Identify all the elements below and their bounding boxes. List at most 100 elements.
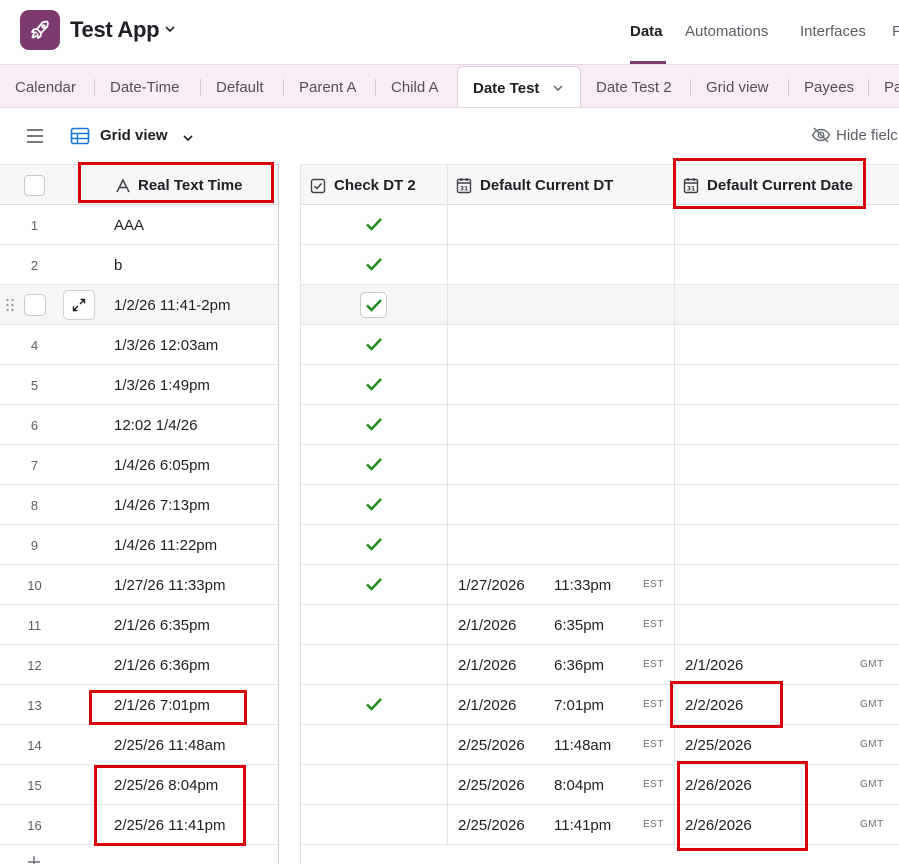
table-row[interactable]: 2b xyxy=(0,245,899,285)
eye-slash-icon[interactable] xyxy=(811,126,831,144)
rocket-icon[interactable] xyxy=(20,10,60,50)
table-row[interactable]: 11 2/1/26 6:35pm 2/1/2026 6:35pm EST xyxy=(0,605,899,645)
add-row-plus-icon[interactable] xyxy=(26,854,42,864)
menu-icon[interactable] xyxy=(26,128,44,144)
column-header-default-current-date[interactable]: 31 Default Current Date xyxy=(675,165,899,206)
cell-real-text-time[interactable]: 1/4/26 7:13pm xyxy=(114,485,210,525)
app-menu-chevron-icon[interactable] xyxy=(163,22,177,36)
cell-check-dt-2[interactable] xyxy=(302,805,448,845)
view-name-button[interactable]: Grid view xyxy=(100,127,168,144)
tab-child-a[interactable]: Child A xyxy=(391,79,439,96)
cell-real-text-time[interactable]: AAA xyxy=(114,205,144,245)
cell-default-current-date[interactable]: 2/26/2026 xyxy=(685,805,752,845)
checkmark-icon[interactable] xyxy=(365,497,383,511)
table-row[interactable]: 4 1/3/26 12:03am xyxy=(0,325,899,365)
cell-real-text-time[interactable]: 2/1/26 6:35pm xyxy=(114,605,210,645)
table-row[interactable]: 7 1/4/26 6:05pm xyxy=(0,445,899,485)
tab-grid-view[interactable]: Grid view xyxy=(706,79,769,96)
column-divider xyxy=(674,605,675,645)
cell-check-dt-2[interactable] xyxy=(360,292,387,318)
cell-real-text-time[interactable]: 2/1/26 7:01pm xyxy=(114,685,210,725)
row-select-checkbox[interactable] xyxy=(24,294,46,316)
cell-check-dt-2[interactable] xyxy=(302,645,448,685)
tab-default[interactable]: Default xyxy=(216,79,264,96)
tab-date-time[interactable]: Date-Time xyxy=(110,79,179,96)
cell-real-text-time[interactable]: 2/1/26 6:36pm xyxy=(114,645,210,685)
checkmark-icon[interactable] xyxy=(365,257,383,271)
cell-default-current-date[interactable]: 2/1/2026 xyxy=(685,645,743,685)
nav-interfaces[interactable]: Interfaces xyxy=(800,23,866,40)
table-row[interactable]: 6 12:02 1/4/26 xyxy=(0,405,899,445)
tab-divider xyxy=(200,79,201,96)
cell-check-dt-2[interactable] xyxy=(302,765,448,805)
table-row[interactable]: 10 1/27/26 11:33pm 1/27/2026 11:33pm EST xyxy=(0,565,899,605)
column-header-check-dt-2[interactable]: Check DT 2 xyxy=(301,165,448,206)
tab-calendar[interactable]: Calendar xyxy=(15,79,76,96)
cell-real-text-time[interactable]: 1/3/26 12:03am xyxy=(114,325,218,365)
app-title[interactable]: Test App xyxy=(70,17,160,43)
cell-default-current-dt-date[interactable]: 1/27/2026 xyxy=(458,565,525,605)
drag-handle-icon[interactable] xyxy=(5,297,15,313)
cell-default-current-dt-date[interactable]: 2/25/2026 xyxy=(458,765,525,805)
table-row[interactable]: 9 1/4/26 11:22pm xyxy=(0,525,899,565)
cell-default-current-dt-date[interactable]: 2/1/2026 xyxy=(458,685,516,725)
table-row[interactable]: 1 AAA xyxy=(0,205,899,245)
table-row[interactable]: 1/2/26 11:41-2pm xyxy=(0,285,899,325)
checkmark-icon[interactable] xyxy=(365,417,383,431)
table-row[interactable]: 5 1/3/26 1:49pm xyxy=(0,365,899,405)
column-header-label: Check DT 2 xyxy=(334,177,416,194)
cell-real-text-time[interactable]: 1/4/26 11:22pm xyxy=(114,525,217,565)
expand-record-button[interactable] xyxy=(63,290,95,320)
cell-default-current-date[interactable]: 2/25/2026 xyxy=(685,725,752,765)
checkmark-icon[interactable] xyxy=(365,537,383,551)
cell-check-dt-2[interactable] xyxy=(302,605,448,645)
chevron-down-icon[interactable] xyxy=(181,131,195,145)
checkmark-icon[interactable] xyxy=(365,337,383,351)
cell-default-current-dt-date[interactable]: 2/1/2026 xyxy=(458,605,516,645)
column-header-label: Default Current DT xyxy=(480,177,614,194)
tab-date-test[interactable]: Date Test xyxy=(457,66,581,107)
column-divider xyxy=(447,445,448,485)
column-header-real-text-time[interactable]: Real Text Time xyxy=(101,165,278,206)
cell-real-text-time[interactable]: 12:02 1/4/26 xyxy=(114,405,197,445)
cell-real-text-time[interactable]: 2/25/26 11:41pm xyxy=(114,805,225,845)
cell-default-current-date[interactable]: 2/26/2026 xyxy=(685,765,752,805)
nav-data[interactable]: Data xyxy=(630,23,663,40)
table-row[interactable]: 12 2/1/26 6:36pm 2/1/2026 6:36pm EST 2/1/2026… xyxy=(0,645,899,685)
column-divider xyxy=(447,645,448,685)
cell-check-dt-2[interactable] xyxy=(302,725,448,765)
cell-real-text-time[interactable]: 1/27/26 11:33pm xyxy=(114,565,225,605)
cell-default-current-dt-date[interactable]: 2/25/2026 xyxy=(458,805,525,845)
cell-real-text-time[interactable]: 1/4/26 6:05pm xyxy=(114,445,210,485)
cell-default-current-dt-date[interactable]: 2/1/2026 xyxy=(458,645,516,685)
checkmark-icon[interactable] xyxy=(365,377,383,391)
cell-default-current-date[interactable]: 2/2/2026 xyxy=(685,685,743,725)
checkmark-icon[interactable] xyxy=(365,457,383,471)
cell-real-text-time[interactable]: 2/25/26 8:04pm xyxy=(114,765,218,805)
nav-automations[interactable]: Automations xyxy=(685,23,768,40)
table-row[interactable]: 15 2/25/26 8:04pm 2/25/2026 8:04pm EST 2/26/2… xyxy=(0,765,899,805)
tab-date-test-2[interactable]: Date Test 2 xyxy=(596,79,672,96)
column-header-label: Default Current Date xyxy=(707,177,853,194)
tab-payees[interactable]: Payees xyxy=(804,79,854,96)
cell-real-text-time[interactable]: 1/2/26 11:41-2pm xyxy=(114,285,230,325)
column-header-default-current-dt[interactable]: 31 Default Current DT xyxy=(448,165,675,206)
checkmark-icon[interactable] xyxy=(365,697,383,711)
table-row[interactable]: 16 2/25/26 11:41pm 2/25/2026 11:41pm EST 2/26… xyxy=(0,805,899,845)
cell-real-text-time[interactable]: b xyxy=(114,245,122,285)
cell-real-text-time[interactable]: 2/25/26 11:48am xyxy=(114,725,225,765)
chevron-down-icon[interactable] xyxy=(551,81,565,95)
table-row[interactable]: 13 2/1/26 7:01pm 2/1/2026 7:01pm EST 2/2/2026… xyxy=(0,685,899,725)
checkmark-icon[interactable] xyxy=(365,217,383,231)
hide-fields-button[interactable]: Hide fielc xyxy=(836,127,898,144)
row-number: 8 xyxy=(30,497,39,513)
cell-default-current-dt-date[interactable]: 2/25/2026 xyxy=(458,725,525,765)
cell-real-text-time[interactable]: 1/3/26 1:49pm xyxy=(114,365,210,405)
tab-partial[interactable]: Pa xyxy=(884,79,899,96)
nav-forms[interactable]: F xyxy=(892,23,899,40)
tab-parent-a[interactable]: Parent A xyxy=(299,79,357,96)
select-all-checkbox[interactable] xyxy=(24,175,45,196)
table-row[interactable]: 14 2/25/26 11:48am 2/25/2026 11:48am EST 2/25… xyxy=(0,725,899,765)
checkmark-icon[interactable] xyxy=(365,577,383,591)
table-row[interactable]: 8 1/4/26 7:13pm xyxy=(0,485,899,525)
